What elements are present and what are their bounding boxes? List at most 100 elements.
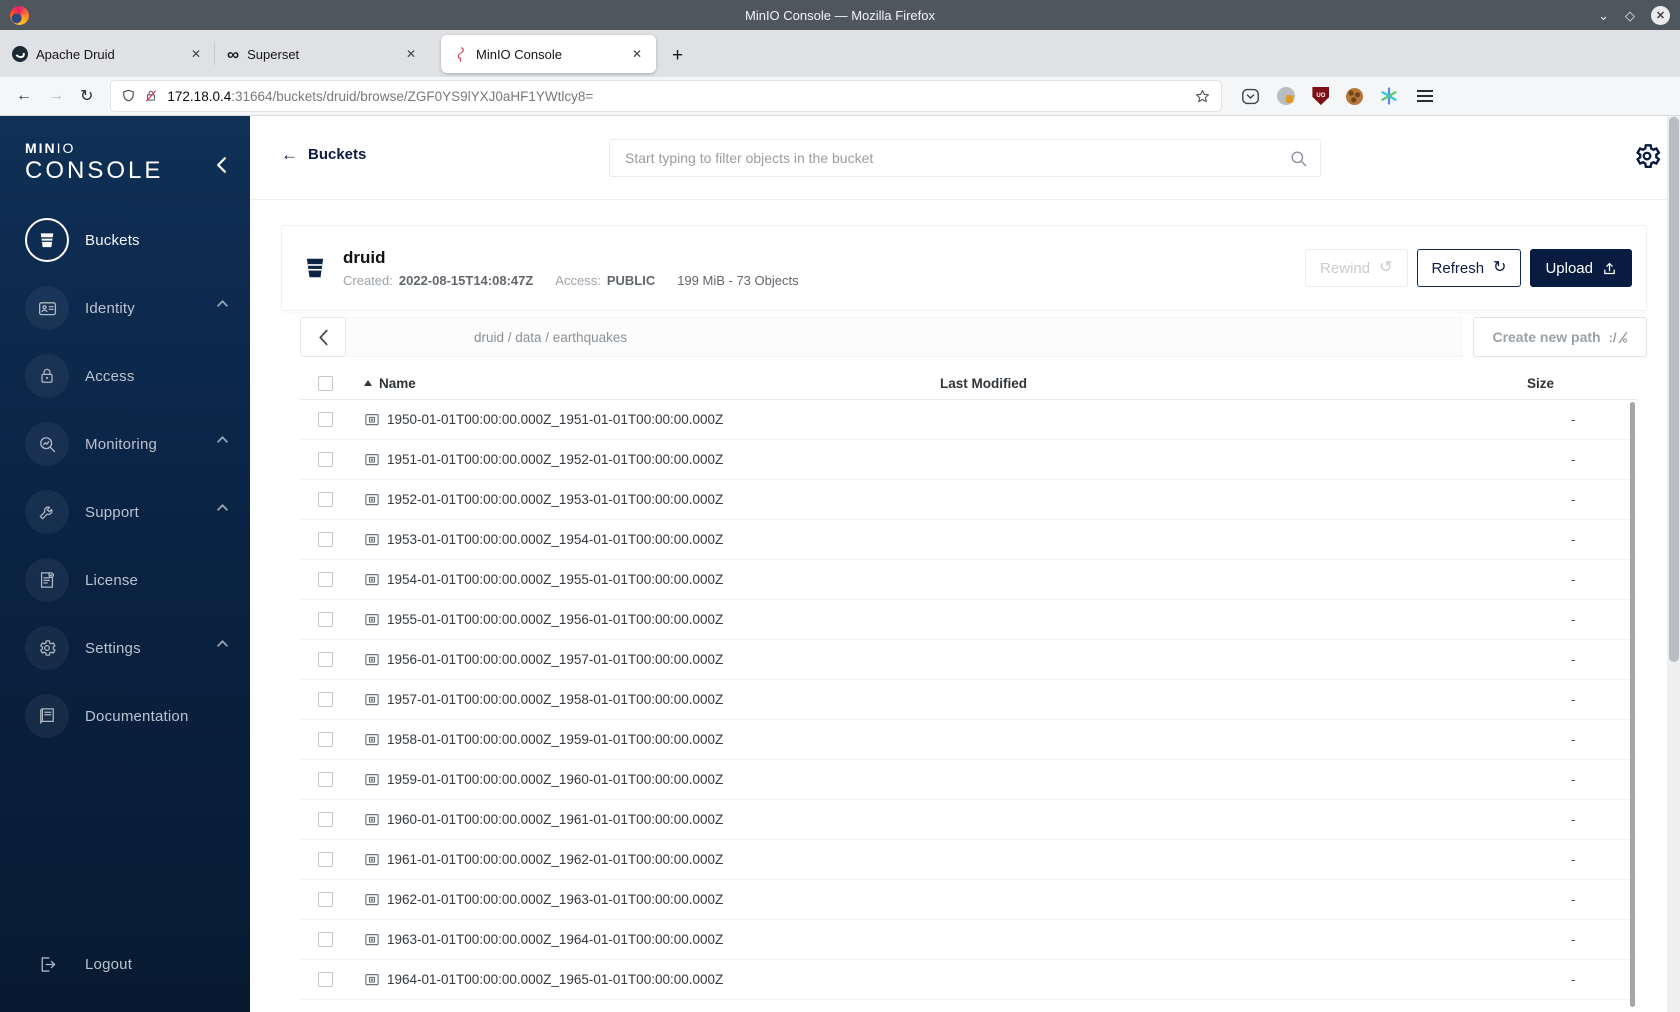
table-row[interactable]: 1957-01-01T00:00:00.000Z_1958-01-01T00:0…	[300, 680, 1637, 720]
nav-back-icon[interactable]: ←	[16, 87, 32, 105]
table-row[interactable]: 1958-01-01T00:00:00.000Z_1959-01-01T00:0…	[300, 720, 1637, 760]
table-row[interactable]: 1950-01-01T00:00:00.000Z_1951-01-01T00:0…	[300, 400, 1637, 440]
folder-prefix-icon	[365, 453, 379, 466]
sidebar-item-buckets[interactable]: Buckets	[0, 218, 250, 262]
ublock-origin-icon[interactable]: UO	[1312, 87, 1330, 105]
sidebar-item-identity[interactable]: Identity	[0, 286, 250, 330]
tab-close-icon[interactable]: ✕	[402, 45, 420, 63]
table-row[interactable]: 1956-01-01T00:00:00.000Z_1957-01-01T00:0…	[300, 640, 1637, 680]
row-checkbox[interactable]	[318, 852, 333, 867]
tab-close-icon[interactable]: ✕	[187, 45, 205, 63]
chevron-up-icon[interactable]	[217, 640, 228, 647]
table-row[interactable]: 1952-01-01T00:00:00.000Z_1953-01-01T00:0…	[300, 480, 1637, 520]
row-checkbox[interactable]	[318, 732, 333, 747]
path-back-button[interactable]	[300, 317, 346, 357]
tab-minio-console[interactable]: MinIO Console ✕	[441, 35, 656, 73]
sidebar-collapse-icon[interactable]	[215, 156, 228, 174]
cookie-extension-icon[interactable]	[1346, 87, 1364, 105]
sidebar-item-support[interactable]: Support	[0, 490, 250, 534]
asterisk-extension-icon[interactable]	[1380, 87, 1398, 105]
window-titlebar: MinIO Console — Mozilla Firefox ⌄ ◇ ✕	[0, 0, 1680, 30]
new-tab-button[interactable]: +	[672, 45, 683, 67]
sort-ascending-icon[interactable]	[364, 380, 372, 386]
breadcrumb[interactable]: druid / data / earthquakes	[346, 317, 1462, 357]
row-checkbox[interactable]	[318, 612, 333, 627]
window-maximize-icon[interactable]: ◇	[1625, 9, 1635, 22]
sidebar-item-settings[interactable]: Settings	[0, 626, 250, 670]
chevron-up-icon[interactable]	[217, 436, 228, 443]
nav-forward-icon[interactable]: →	[48, 87, 64, 105]
row-checkbox[interactable]	[318, 412, 333, 427]
table-row[interactable]: 1953-01-01T00:00:00.000Z_1954-01-01T00:0…	[300, 520, 1637, 560]
back-arrow-icon: ←	[281, 145, 298, 164]
object-size: -	[1571, 892, 1576, 907]
nav-reload-icon[interactable]: ↻	[80, 86, 93, 106]
sidebar-item-logout[interactable]: Logout	[0, 942, 250, 986]
row-checkbox[interactable]	[318, 972, 333, 987]
table-row[interactable]: 1960-01-01T00:00:00.000Z_1961-01-01T00:0…	[300, 800, 1637, 840]
settings-gear-icon[interactable]	[1632, 141, 1662, 171]
table-row[interactable]: 1963-01-01T00:00:00.000Z_1964-01-01T00:0…	[300, 920, 1637, 960]
create-new-path-button[interactable]: Create new path :/	[1473, 317, 1647, 357]
table-row[interactable]: 1951-01-01T00:00:00.000Z_1952-01-01T00:0…	[300, 440, 1637, 480]
rewind-button[interactable]: Rewind ↺	[1305, 249, 1408, 287]
row-checkbox[interactable]	[318, 932, 333, 947]
sidebar-item-access[interactable]: Access	[0, 354, 250, 398]
window-close-icon[interactable]: ✕	[1651, 5, 1670, 25]
url-bar[interactable]: 172.18.0.4:31664/buckets/druid/browse/ZG…	[111, 81, 1222, 111]
menu-hamburger-icon[interactable]	[1417, 90, 1434, 102]
table-row[interactable]: 1964-01-01T00:00:00.000Z_1965-01-01T00:0…	[300, 960, 1637, 1000]
folder-prefix-icon	[365, 733, 379, 746]
row-checkbox[interactable]	[318, 812, 333, 827]
folder-prefix-icon	[365, 973, 379, 986]
upload-button[interactable]: Upload	[1530, 249, 1632, 287]
sidebar-item-documentation[interactable]: Documentation	[0, 694, 250, 738]
page-scrollbar-thumb[interactable]	[1668, 117, 1679, 662]
filter-objects-search[interactable]	[609, 139, 1321, 177]
back-to-buckets-button[interactable]: ← Buckets	[281, 146, 366, 163]
table-row[interactable]: 1962-01-01T00:00:00.000Z_1963-01-01T00:0…	[300, 880, 1637, 920]
row-checkbox[interactable]	[318, 772, 333, 787]
table-row[interactable]: 1955-01-01T00:00:00.000Z_1956-01-01T00:0…	[300, 600, 1637, 640]
sidebar-item-license[interactable]: License	[0, 558, 250, 602]
column-size[interactable]: Size	[1507, 376, 1637, 391]
object-size: -	[1571, 572, 1576, 587]
row-checkbox[interactable]	[318, 492, 333, 507]
window-minimize-icon[interactable]: ⌄	[1598, 9, 1609, 22]
object-name: 1959-01-01T00:00:00.000Z_1960-01-01T00:0…	[387, 772, 724, 787]
object-name: 1961-01-01T00:00:00.000Z_1962-01-01T00:0…	[387, 852, 724, 867]
bookmark-star-icon[interactable]	[1194, 88, 1211, 105]
row-checkbox[interactable]	[318, 532, 333, 547]
privacy-extension-icon[interactable]	[1277, 87, 1296, 105]
column-last-modified[interactable]: Last Modified	[940, 376, 1507, 391]
tracking-shield-icon[interactable]	[121, 88, 136, 104]
object-size: -	[1571, 612, 1576, 627]
chevron-up-icon[interactable]	[217, 504, 228, 511]
minio-console-app: MINIO CONSOLE Buckets Identity Access Mo…	[0, 116, 1680, 1012]
table-row[interactable]: 1965-01-01T00:00:00.000Z_1966-01-01T00:0…	[300, 1000, 1637, 1012]
tab-superset[interactable]: ∞ Superset ✕	[214, 35, 430, 73]
refresh-button[interactable]: Refresh ↻	[1416, 249, 1522, 287]
insecure-lock-icon[interactable]	[144, 88, 158, 104]
tab-apache-druid[interactable]: Apache Druid ✕	[0, 35, 215, 73]
bucket-icon	[40, 233, 54, 248]
row-checkbox[interactable]	[318, 692, 333, 707]
select-all-checkbox[interactable]	[318, 375, 333, 391]
search-input[interactable]	[625, 150, 1289, 166]
page-scrollbar-track[interactable]	[1667, 116, 1680, 1012]
sidebar-item-monitoring[interactable]: Monitoring	[0, 422, 250, 466]
table-row[interactable]: 1961-01-01T00:00:00.000Z_1962-01-01T00:0…	[300, 840, 1637, 880]
column-name[interactable]: Name	[379, 376, 416, 391]
row-checkbox[interactable]	[318, 652, 333, 667]
row-checkbox[interactable]	[318, 572, 333, 587]
table-scrollbar[interactable]	[1630, 402, 1635, 1007]
row-checkbox[interactable]	[318, 452, 333, 467]
table-row[interactable]: 1959-01-01T00:00:00.000Z_1960-01-01T00:0…	[300, 760, 1637, 800]
chevron-up-icon[interactable]	[217, 300, 228, 307]
bucket-access-badge: PUBLIC	[606, 273, 656, 288]
row-checkbox[interactable]	[318, 892, 333, 907]
bucket-meta: Created: 2022-08-15T14:08:47Z Access: PU…	[343, 273, 799, 288]
table-row[interactable]: 1954-01-01T00:00:00.000Z_1955-01-01T00:0…	[300, 560, 1637, 600]
pocket-icon[interactable]	[1241, 88, 1260, 105]
tab-close-icon[interactable]: ✕	[628, 45, 646, 63]
